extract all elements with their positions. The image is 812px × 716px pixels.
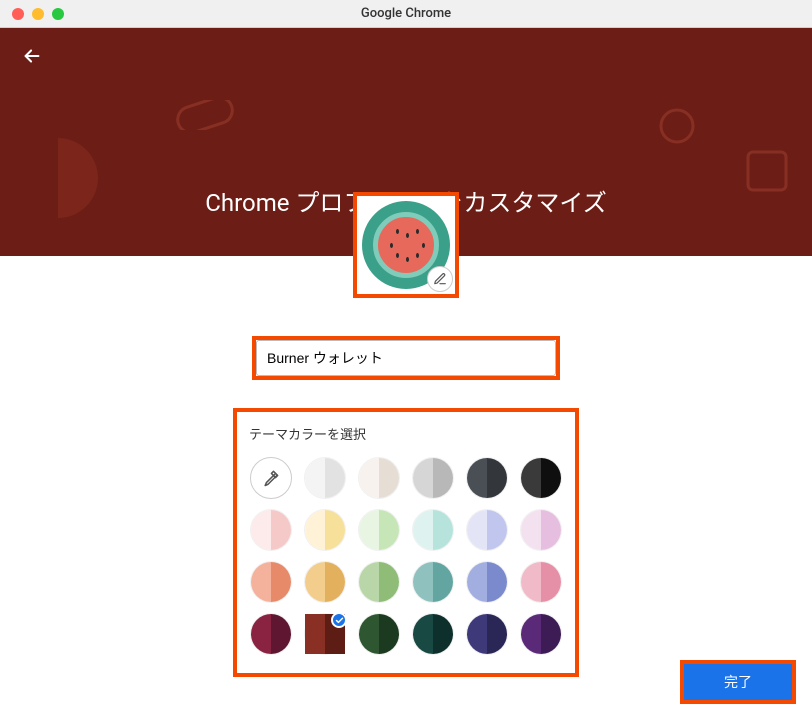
- window-controls: [0, 8, 64, 20]
- selected-check-icon: [331, 612, 347, 628]
- decorative-half-circle: [18, 138, 98, 218]
- color-swatch[interactable]: [304, 561, 346, 603]
- color-swatch[interactable]: [250, 509, 292, 551]
- color-swatch[interactable]: [520, 561, 562, 603]
- done-button-highlight: 完了: [680, 660, 796, 704]
- theme-color-panel: テーマカラーを選択: [247, 424, 565, 655]
- avatar[interactable]: [362, 201, 450, 289]
- decorative-square: [742, 146, 792, 196]
- profile-name-highlight: [252, 336, 560, 380]
- color-swatch[interactable]: [466, 613, 508, 655]
- decorative-circle: [657, 106, 697, 146]
- color-swatch[interactable]: [304, 509, 346, 551]
- minimize-window-button[interactable]: [32, 8, 44, 20]
- done-button[interactable]: 完了: [684, 664, 792, 700]
- color-swatch[interactable]: [520, 457, 562, 499]
- content-area: テーマカラーを選択: [0, 256, 812, 677]
- watermelon-icon: [373, 212, 439, 278]
- theme-color-label: テーマカラーを選択: [247, 424, 565, 443]
- decorative-pill-shape: [175, 100, 235, 130]
- titlebar: Google Chrome: [0, 0, 812, 28]
- color-swatch[interactable]: [250, 561, 292, 603]
- eyedropper-icon: [261, 468, 281, 488]
- color-swatch[interactable]: [358, 509, 400, 551]
- color-swatch[interactable]: [466, 457, 508, 499]
- color-swatch[interactable]: [358, 561, 400, 603]
- color-swatch[interactable]: [250, 613, 292, 655]
- color-swatch[interactable]: [358, 457, 400, 499]
- back-button[interactable]: [18, 42, 46, 70]
- color-swatch[interactable]: [358, 613, 400, 655]
- edit-avatar-button[interactable]: [427, 266, 453, 292]
- close-window-button[interactable]: [12, 8, 24, 20]
- color-swatch[interactable]: [466, 561, 508, 603]
- color-swatch[interactable]: [412, 561, 454, 603]
- color-swatch[interactable]: [412, 457, 454, 499]
- color-swatch[interactable]: [412, 509, 454, 551]
- avatar-highlight: [353, 192, 459, 298]
- window-title: Google Chrome: [361, 6, 451, 21]
- maximize-window-button[interactable]: [52, 8, 64, 20]
- color-swatch[interactable]: [304, 457, 346, 499]
- theme-panel-highlight: テーマカラーを選択: [233, 408, 579, 677]
- color-picker-button[interactable]: [250, 457, 292, 499]
- profile-name-input[interactable]: [256, 340, 556, 376]
- color-swatch[interactable]: [520, 613, 562, 655]
- color-swatch[interactable]: [466, 509, 508, 551]
- color-swatch[interactable]: [304, 613, 346, 655]
- color-swatch[interactable]: [520, 509, 562, 551]
- color-swatch[interactable]: [412, 613, 454, 655]
- color-swatch-grid: [247, 457, 565, 655]
